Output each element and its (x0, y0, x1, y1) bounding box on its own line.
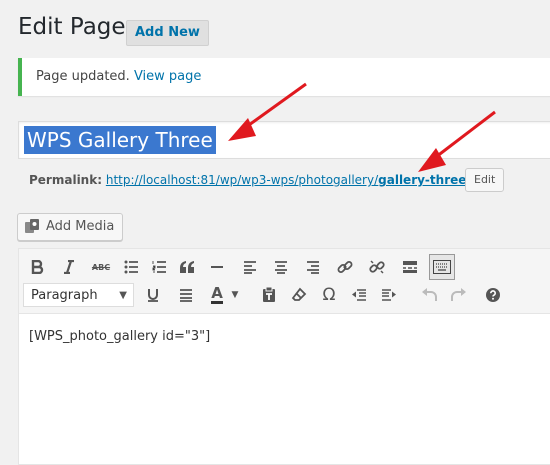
title-input[interactable]: WPS Gallery Three (18, 121, 550, 159)
text-color-icon[interactable]: A (205, 283, 229, 307)
clear-formatting-icon[interactable] (287, 283, 311, 307)
add-media-button[interactable]: Add Media (17, 213, 124, 241)
read-more-icon[interactable] (398, 255, 422, 279)
permalink-url-base: http://localhost:81/wp/wp3-wps/photogall… (105, 173, 379, 187)
format-select-value: Paragraph (31, 288, 98, 303)
editor-toolbar: ABC Paragraph ▼ A ▼ Ω (19, 249, 550, 314)
permalink-label: Permalink: (29, 173, 103, 187)
view-page-link[interactable]: View page (134, 69, 201, 84)
help-icon[interactable] (481, 283, 505, 307)
add-new-button[interactable]: Add New (126, 20, 209, 46)
redo-icon[interactable] (447, 283, 471, 307)
bullet-list-icon[interactable] (119, 255, 143, 279)
unlink-icon[interactable] (365, 255, 389, 279)
numbered-list-icon[interactable] (147, 255, 171, 279)
indent-icon[interactable] (377, 283, 401, 307)
justify-icon[interactable] (174, 283, 198, 307)
editor-content[interactable]: [WPS_photo_gallery id="3"] (29, 329, 210, 344)
chevron-down-icon[interactable]: ▼ (227, 283, 243, 307)
align-right-icon[interactable] (301, 255, 325, 279)
add-media-label: Add Media (46, 219, 115, 234)
link-icon[interactable] (333, 255, 357, 279)
update-notice: Page updated. View page (18, 58, 550, 96)
permalink-row: Permalink: http://localhost:81/wp/wp3-wp… (29, 173, 470, 187)
omega-glyph: Ω (322, 285, 336, 305)
underline-icon[interactable] (141, 283, 165, 307)
paragraph-format-select[interactable]: Paragraph ▼ (23, 283, 134, 307)
permalink-url[interactable]: http://localhost:81/wp/wp3-wps/photogall… (106, 173, 471, 187)
notice-text: Page updated. (36, 69, 130, 84)
paste-text-icon[interactable] (257, 283, 281, 307)
page-title: Edit Page (18, 14, 126, 40)
toolbar-toggle-icon[interactable] (429, 254, 455, 280)
align-center-icon[interactable] (269, 255, 293, 279)
permalink-slug: gallery-three (378, 173, 467, 187)
horizontal-line-icon[interactable] (205, 255, 229, 279)
content-editor[interactable]: ABC Paragraph ▼ A ▼ Ω [WPS_photo_gallery… (18, 248, 550, 465)
strikethrough-glyph: ABC (91, 262, 111, 272)
text-color-glyph: A (211, 284, 223, 304)
chevron-down-icon: ▼ (119, 290, 127, 301)
outdent-icon[interactable] (347, 283, 371, 307)
bold-icon[interactable] (25, 255, 49, 279)
undo-icon[interactable] (417, 283, 441, 307)
special-character-icon[interactable]: Ω (317, 283, 341, 307)
notice-message: Page updated. View page (36, 69, 201, 84)
permalink-edit-button[interactable]: Edit (465, 168, 505, 192)
align-left-icon[interactable] (238, 255, 262, 279)
media-icon (25, 219, 39, 233)
strikethrough-icon[interactable]: ABC (89, 255, 113, 279)
italic-icon[interactable] (57, 255, 81, 279)
title-selected-text: WPS Gallery Three (24, 126, 216, 154)
blockquote-icon[interactable] (175, 255, 199, 279)
